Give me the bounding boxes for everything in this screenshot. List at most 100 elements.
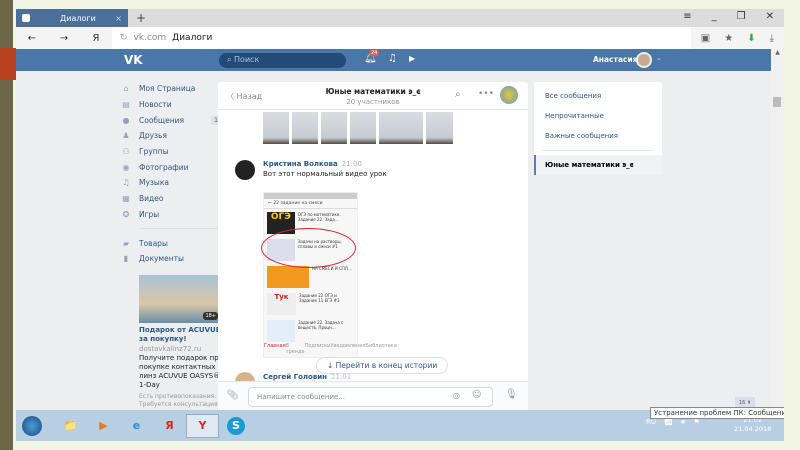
photo-thumb[interactable]	[292, 112, 318, 144]
url-input[interactable]: ↻ vk.com Диалоги	[112, 27, 691, 49]
sidebar-item[interactable]: ● Сообщения 1	[121, 112, 221, 128]
search-icon[interactable]: ⌕	[455, 89, 461, 100]
filter-all[interactable]: Все сообщения	[534, 86, 662, 106]
play-icon[interactable]: ▶	[409, 54, 415, 63]
minimize-button[interactable]: _	[712, 11, 717, 22]
date: 21.04.2018	[734, 425, 772, 433]
chat-members[interactable]: 20 участников	[218, 98, 528, 106]
vk-logo[interactable]: VK	[124, 53, 143, 67]
sidebar-icon: ●	[122, 115, 130, 125]
sidebar-item[interactable]: ▤ Новости	[121, 97, 221, 113]
active-conversation[interactable]: Юные математики ͽ_ͼ	[534, 155, 662, 175]
sidebar-item[interactable]: ⚇ Группы	[121, 144, 221, 160]
screenshot-attachment[interactable]: ← 22 задание на смеси ОГЭ ОГЭ по математи…	[261, 192, 397, 358]
network-icon[interactable]: 📶︎	[664, 418, 673, 427]
sidebar-item[interactable]: ▦ Видео	[121, 191, 221, 207]
sidebar-icon: ♫	[122, 178, 130, 188]
music-icon[interactable]: ♫	[388, 53, 397, 64]
sidebar-item-label: Группы	[139, 147, 169, 157]
filter-important[interactable]: Важные сообщения	[534, 126, 662, 146]
photo-thumb[interactable]	[321, 112, 347, 144]
tray-tooltip: Устранение проблем ПК: Сообщений: 2	[650, 407, 784, 419]
internet-explorer-icon[interactable]: e	[120, 414, 153, 438]
author-name[interactable]: Сергей Головин	[263, 373, 327, 381]
sidebar-item-label: Сообщения	[139, 115, 185, 125]
author-name[interactable]: Кристина Волкова	[263, 160, 338, 168]
start-button[interactable]	[22, 415, 42, 436]
messages-filter-menu: Все сообщения Непрочитанные Важные сообщ…	[534, 82, 662, 175]
emoji-icon[interactable]: ☺	[472, 390, 481, 400]
tab-dialogs[interactable]: Диалоги ×	[16, 9, 128, 27]
scroll-thumb[interactable]	[773, 97, 781, 107]
ad-image[interactable]: 18+	[139, 274, 221, 323]
sidebar-item[interactable]: ⌂ Моя Страница	[121, 81, 221, 97]
reload-icon[interactable]: ↻	[120, 33, 128, 43]
sidebar-icon: ⌂	[123, 84, 129, 94]
ad-domain[interactable]: dostavkalinz72.ru	[139, 344, 221, 354]
sidebar-item[interactable]: ▮ Документы	[121, 251, 221, 267]
sidebar-item-label: Игры	[139, 209, 160, 219]
photo-thumb[interactable]	[263, 112, 289, 144]
sidebar-icon: ✪	[122, 209, 130, 219]
media-player-icon[interactable]: ▶	[87, 414, 120, 438]
video-nav-item: Уведомления	[330, 343, 366, 349]
address-bar-row: ← → Я ↻ vk.com Диалоги ▣ ★ ⬇ ⤓	[16, 27, 784, 49]
back-button[interactable]: ←	[16, 33, 48, 44]
downloads-icon[interactable]: ⤓	[770, 33, 774, 44]
video-nav-item: В тренде	[285, 343, 305, 355]
language-indicator[interactable]: RU	[646, 418, 656, 427]
new-tab-button[interactable]: +	[136, 11, 146, 25]
video-item: НА СМЕСИ И СПЛ...	[312, 266, 352, 271]
ad-text: Получите подарок при покупке контактных …	[139, 353, 224, 389]
forward-button[interactable]: →	[48, 33, 80, 44]
yandex-browser-icon[interactable]: Y	[186, 413, 219, 438]
scroll-up-icon[interactable]: ▲	[771, 49, 784, 56]
message-time[interactable]: 21:01	[331, 373, 351, 381]
notification-badge: 24	[369, 50, 380, 56]
yandex-button[interactable]: Я	[80, 33, 112, 44]
skype-icon[interactable]: S	[227, 416, 245, 435]
sidebar-item[interactable]: ▰ Товары	[121, 235, 221, 251]
chat-panel: 〈 Назад Юные математики ͽ_ͼ 20 участнико…	[218, 82, 528, 411]
close-tab-icon[interactable]: ×	[115, 14, 122, 23]
sidebar-item[interactable]: ✪ Игры	[121, 207, 221, 223]
jump-label: Перейти в конец истории	[335, 361, 438, 370]
flag-icon[interactable]: ⚑	[693, 418, 699, 427]
advertisement[interactable]: 18+ Подарок от ACUVUE® за покупку! dostavk…	[139, 274, 227, 417]
more-icon[interactable]: •••	[478, 89, 494, 99]
chevron-down-icon[interactable]: ⌄	[656, 54, 662, 62]
scrollbar[interactable]: ▲	[771, 49, 784, 441]
avatar[interactable]	[636, 52, 652, 68]
extension-download-icon[interactable]: ⬇	[747, 33, 755, 44]
sidebar-item[interactable]: ♫ Музыка	[121, 175, 221, 191]
url-domain: vk.com	[133, 33, 167, 43]
sidebar-item-label: Видео	[139, 194, 164, 204]
photo-thumb[interactable]	[350, 112, 376, 144]
explorer-icon[interactable]: 📁	[54, 414, 87, 438]
reader-icon[interactable]: ▣	[701, 33, 710, 44]
ad-title[interactable]: Подарок от ACUVUE® за покупку!	[139, 326, 229, 344]
user-name[interactable]: Анастасия	[593, 55, 637, 64]
tab-title: Диалоги	[60, 13, 96, 23]
photo-thumb[interactable]	[426, 112, 453, 144]
jump-to-end-button[interactable]: ↓ Перейти в конец истории	[316, 357, 449, 374]
sidebar-item[interactable]: ◉ Фотографии	[121, 159, 221, 175]
message-time[interactable]: 21:00	[342, 160, 362, 168]
chat-avatar[interactable]	[500, 86, 518, 104]
restore-button[interactable]: ❐	[737, 11, 746, 22]
menu-icon[interactable]: ≡	[683, 11, 691, 22]
photo-thumb[interactable]	[379, 112, 423, 144]
filter-unread[interactable]: Непрочитанные	[534, 106, 662, 126]
search-input[interactable]: ⌕ Поиск	[219, 53, 346, 68]
yandex-icon[interactable]: Я	[153, 414, 186, 438]
attach-icon[interactable]: 📎︎	[226, 390, 239, 401]
camera-icon[interactable]: ◎	[453, 391, 460, 400]
chat-header: 〈 Назад Юные математики ͽ_ͼ 20 участнико…	[218, 82, 528, 110]
red-circle-annotation	[261, 228, 356, 268]
volume-icon[interactable]: 🔊︎	[681, 418, 685, 427]
bookmark-star-icon[interactable]: ★	[724, 33, 733, 44]
microphone-icon[interactable]: 🎙︎	[505, 389, 518, 400]
author-avatar[interactable]	[235, 160, 255, 180]
sidebar-item[interactable]: ♟ Друзья	[121, 128, 221, 144]
close-window-button[interactable]: ✕	[766, 11, 774, 22]
